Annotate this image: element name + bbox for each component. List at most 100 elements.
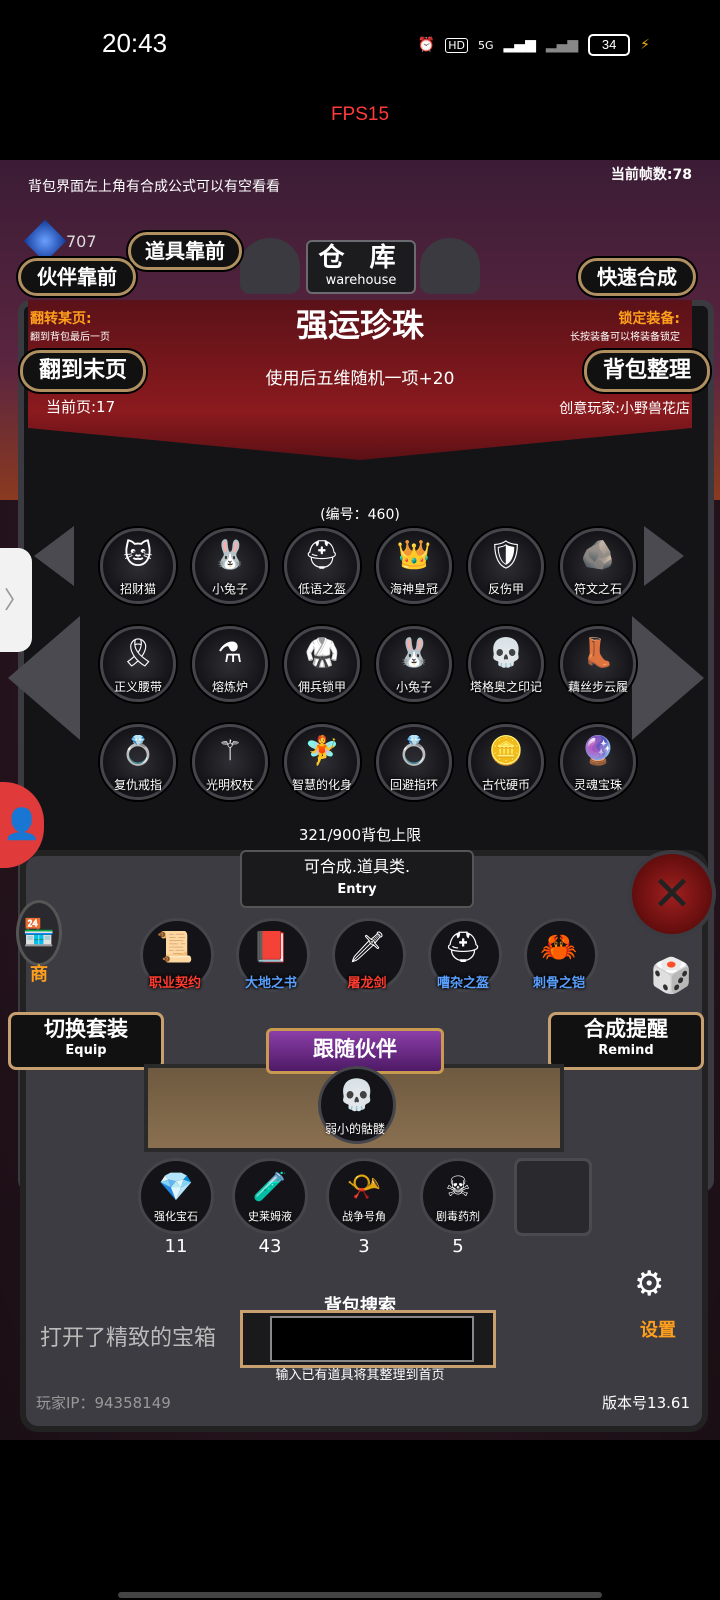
- gesture-bar[interactable]: [118, 1592, 602, 1598]
- left-helmet-ornament: [240, 238, 300, 294]
- craftable-list: 📜 职业契约 📕 大地之书 🗡 屠龙剑 ⛑ 嘈杂之盔 🦀 刺骨之铠: [138, 918, 598, 998]
- item-label: 智慧的化身: [291, 778, 352, 792]
- companion-name: 弱小的骷髅: [324, 1122, 385, 1136]
- item-name: 强运珍珠: [295, 306, 424, 344]
- item-icon: ⚚: [217, 734, 243, 767]
- bag-limit: 321/900背包上限: [298, 826, 422, 844]
- gear-icon[interactable]: ⚙: [634, 1264, 664, 1304]
- item-icon: 🐱: [123, 538, 153, 571]
- item-icon: 🛡: [488, 538, 524, 571]
- craft-remind-label-en: Remind: [598, 1043, 654, 1058]
- recipe-slot[interactable]: ⛑ 嘈杂之盔: [426, 918, 502, 998]
- item-slot[interactable]: 🧚 智慧的化身: [276, 724, 368, 802]
- entry-text: 可合成.道具类.: [303, 857, 411, 876]
- item-slot[interactable]: 💍 复仇戒指: [92, 724, 184, 802]
- frame-count: 当前帧数:78: [610, 167, 692, 183]
- close-icon[interactable]: ✕: [628, 850, 716, 938]
- quick-item-label: 剧毒药剂: [436, 1210, 480, 1223]
- item-slot[interactable]: 👢 藕丝步云履: [552, 626, 644, 704]
- recipe-slot[interactable]: 🦀 刺骨之铠: [522, 918, 598, 998]
- current-page: 当前页:17: [46, 398, 116, 416]
- recipe-slot[interactable]: 📜 职业契约: [138, 918, 214, 998]
- item-slot[interactable]: ⚗ 熔炼炉: [184, 626, 276, 704]
- item-icon: 🧚: [304, 734, 340, 767]
- switch-set-label-en: Equip: [65, 1043, 107, 1058]
- version-label: 版本号13.61: [602, 1394, 690, 1412]
- item-icon: 🐰: [212, 538, 248, 571]
- item-slot[interactable]: 🔮 灵魂宝珠: [552, 724, 644, 802]
- switch-set-button[interactable]: 切换套装 Equip: [8, 1012, 164, 1070]
- item-slot[interactable]: ⚚ 光明权杖: [184, 724, 276, 802]
- clock: 20:43: [102, 28, 168, 58]
- item-icon: 💀: [488, 636, 524, 669]
- quick-slot[interactable]: 💎 强化宝石 11: [138, 1158, 214, 1258]
- right-helmet-ornament: [420, 238, 480, 294]
- recipe-label: 职业契约: [148, 976, 201, 991]
- quick-slot[interactable]: 🧪 史莱姆液 43: [232, 1158, 308, 1258]
- fps-overlay: FPS15: [330, 104, 390, 125]
- item-label: 海神皇冠: [389, 582, 438, 596]
- shop-icon[interactable]: 🏪: [16, 900, 62, 966]
- recipe-icon: 🦀: [540, 930, 578, 965]
- recipe-icon: 📕: [252, 930, 290, 965]
- recipe-label: 屠龙剑: [347, 976, 387, 991]
- prop-front-button[interactable]: 道具靠前: [128, 232, 242, 270]
- quick-item-label: 史莱姆液: [248, 1210, 292, 1223]
- quick-item-count: 5: [452, 1236, 464, 1257]
- quick-item-icon: 💎: [158, 1170, 194, 1203]
- item-label: 藕丝步云履: [567, 680, 628, 694]
- settings-label[interactable]: 设置: [640, 1316, 676, 1342]
- signal-icon: ▂▄▆: [503, 37, 536, 53]
- item-slot[interactable]: 💀 塔格奥之印记: [460, 626, 552, 704]
- quick-item-icon: 🧪: [252, 1170, 288, 1203]
- prev-small-arrow-icon[interactable]: [34, 526, 74, 586]
- quick-slot[interactable]: 📯 战争号角 3: [326, 1158, 402, 1258]
- item-icon: 👑: [396, 538, 432, 571]
- item-label: 光明权杖: [205, 778, 254, 792]
- quick-item-label: 强化宝石: [154, 1210, 198, 1223]
- quick-item-icon: 📯: [346, 1170, 382, 1203]
- recipe-label: 刺骨之铠: [532, 976, 585, 991]
- side-pull-tab[interactable]: 〉: [0, 548, 32, 652]
- page-title: 仓 库: [318, 243, 404, 273]
- title-plate: 仓 库 warehouse: [306, 240, 416, 294]
- item-slot[interactable]: ⛑ 低语之盔: [276, 528, 368, 606]
- item-slot[interactable]: 🥋 佣兵锁甲: [276, 626, 368, 704]
- recipe-slot[interactable]: 🗡 屠龙剑: [330, 918, 406, 998]
- status-icons: ⏰ HD 5G ▂▄▆ ▂▄▆ 34 ⚡: [418, 30, 650, 60]
- item-slot[interactable]: 🪨 符文之石: [552, 528, 644, 606]
- next-small-arrow-icon[interactable]: [644, 526, 684, 586]
- partner-front-button[interactable]: 伙伴靠前: [18, 258, 136, 296]
- item-slot[interactable]: 👑 海神皇冠: [368, 528, 460, 606]
- hint-text: 背包界面左上角有合成公式可以有空看看: [28, 179, 280, 195]
- player-ip: 玩家IP：94358149: [36, 1394, 171, 1412]
- recipe-slot[interactable]: 📕 大地之书: [234, 918, 310, 998]
- craft-remind-button[interactable]: 合成提醒 Remind: [548, 1012, 704, 1070]
- item-icon: 🪙: [488, 734, 524, 767]
- search-input[interactable]: [270, 1316, 474, 1362]
- alarm-icon: ⏰: [417, 37, 436, 53]
- page-title-en: warehouse: [325, 273, 397, 288]
- entry-plate: 可合成.道具类. Entry: [240, 850, 474, 908]
- item-id: (编号：460): [320, 507, 400, 523]
- item-slot[interactable]: 🐱 招财猫: [92, 528, 184, 606]
- quick-slot[interactable]: ☠ 剧毒药剂 5: [420, 1158, 496, 1258]
- quick-item-label: 战争号角: [342, 1210, 386, 1223]
- item-slot[interactable]: 🐰 小兔子: [184, 528, 276, 606]
- item-icon: 💍: [396, 734, 432, 767]
- item-slot[interactable]: 🪙 古代硬币: [460, 724, 552, 802]
- quick-craft-button[interactable]: 快速合成: [578, 258, 696, 296]
- quick-slots: 💎 强化宝石 11 🧪 史莱姆液 43 📯 战争号角 3 ☠ 剧毒药剂 5: [138, 1158, 598, 1258]
- item-slot[interactable]: 🐰 小兔子: [368, 626, 460, 704]
- item-slot[interactable]: 🛡 反伤甲: [460, 528, 552, 606]
- item-icon: ⛑: [304, 538, 340, 571]
- item-slot[interactable]: 💍 回避指环: [368, 724, 460, 802]
- quick-item-icon: ☠: [445, 1170, 471, 1203]
- charging-icon: ⚡: [640, 37, 650, 53]
- recipe-icon: 📜: [156, 930, 194, 965]
- empty-quick-slot[interactable]: [514, 1158, 592, 1236]
- item-slot[interactable]: 🎗 正义腰带: [92, 626, 184, 704]
- dice-icon[interactable]: 🎲: [650, 956, 692, 996]
- item-grid: 🐱 招财猫 🐰 小兔子 ⛑ 低语之盔 👑 海神皇冠 🛡 反伤甲 🪨 符文之石 🎗 正义腰带 ⚗ 熔炼炉 🥋 佣兵锁…: [92, 528, 642, 802]
- search-hint: 输入已有道具将其整理到首页: [275, 1368, 445, 1383]
